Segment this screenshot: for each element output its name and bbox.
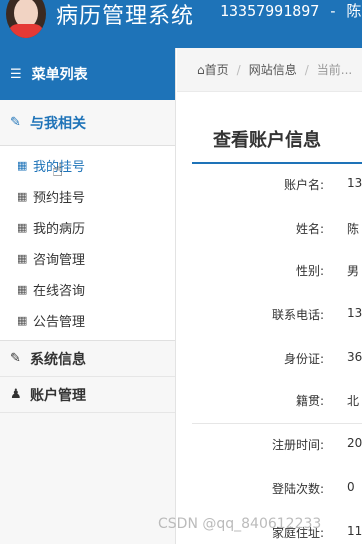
hand-cursor-icon: ☝ — [52, 160, 63, 181]
field-row-account: 账户名: 13 — [177, 176, 362, 196]
field-value: 13 — [347, 306, 362, 320]
section-divider — [192, 423, 362, 424]
breadcrumb: ⌂ 首页 / 网站信息 / 当前... — [177, 48, 362, 92]
field-label: 登陆次数: — [271, 482, 324, 496]
field-row-register-time: 注册时间: 20 — [177, 436, 362, 456]
field-value: 20 — [347, 436, 362, 450]
breadcrumb-home[interactable]: 首页 — [205, 61, 229, 78]
user-info[interactable]: 13357991897 - 陈 — [220, 0, 361, 21]
sidebar: ☰ 菜单列表 ✎ 与我相关 ▦ 我的挂号 ▦ 预约挂号 ▦ 我的病历 ▦ 咨询管… — [0, 48, 176, 544]
sidebar-item-my-registration[interactable]: ▦ 我的挂号 — [0, 150, 175, 181]
field-label: 籍贯: — [295, 394, 324, 408]
field-label: 账户名: — [283, 178, 324, 192]
csdn-watermark: CSDN @qq_840612233 — [158, 516, 322, 532]
field-value: 男 — [347, 264, 360, 278]
title-underline — [192, 162, 362, 164]
breadcrumb-separator: / — [304, 62, 309, 77]
breadcrumb-separator: / — [236, 62, 241, 77]
calendar-icon: ▦ — [17, 283, 28, 296]
main-content: ⌂ 首页 / 网站信息 / 当前... 查看账户信息 账户名: 13 姓名: 陈… — [177, 48, 362, 544]
app-title: 病历管理系统 — [56, 4, 195, 29]
sidebar-item-consult-manage[interactable]: ▦ 咨询管理 — [0, 243, 175, 274]
field-value: 11 — [347, 524, 362, 538]
field-label: 性别: — [295, 264, 324, 278]
sidebar-item-label: 在线咨询 — [33, 284, 86, 299]
field-row-gender: 性别: 男 — [177, 262, 362, 282]
edit-icon: ✎ — [10, 115, 21, 130]
sidebar-item-my-records[interactable]: ▦ 我的病历 — [0, 212, 175, 243]
field-row-login-count: 登陆次数: 0 — [177, 480, 362, 500]
sidebar-group-label: 系统信息 — [30, 351, 86, 368]
sidebar-item-label: 我的病历 — [33, 222, 86, 237]
field-label: 身份证: — [283, 352, 324, 366]
field-row-hometown: 籍贯: 北 — [177, 392, 362, 412]
sidebar-item-label: 咨询管理 — [33, 253, 86, 268]
field-value: 36 — [347, 350, 362, 364]
field-row-phone: 联系电话: 13 — [177, 306, 362, 326]
home-icon: ⌂ — [197, 62, 205, 77]
edit-icon: ✎ — [10, 351, 21, 366]
field-value: 陈 — [347, 222, 360, 236]
sidebar-group-system[interactable]: ✎ 系统信息 — [0, 341, 175, 377]
field-label: 姓名: — [295, 222, 324, 236]
calendar-icon: ▦ — [17, 221, 28, 234]
field-label: 注册时间: — [271, 438, 324, 452]
top-header: 病历管理系统 13357991897 - 陈 — [0, 0, 362, 48]
avatar[interactable] — [6, 0, 46, 38]
sidebar-item-appointment[interactable]: ▦ 预约挂号 — [0, 181, 175, 212]
calendar-icon: ▦ — [17, 190, 28, 203]
breadcrumb-site-info[interactable]: 网站信息 — [249, 61, 297, 78]
field-row-id-card: 身份证: 36 — [177, 350, 362, 370]
field-value: 北 — [347, 394, 360, 408]
calendar-icon: ▦ — [17, 159, 28, 172]
menu-list-header: ☰ 菜单列表 — [0, 48, 175, 100]
sidebar-item-label: 预约挂号 — [33, 191, 86, 206]
sidebar-group-related[interactable]: ✎ 与我相关 — [0, 100, 175, 146]
sidebar-group-label: 与我相关 — [30, 115, 86, 132]
calendar-icon: ▦ — [17, 314, 28, 327]
field-value: 13 — [347, 176, 362, 190]
avatar-shirt — [8, 24, 44, 38]
sidebar-item-label: 公告管理 — [33, 315, 86, 330]
sidebar-item-announcements[interactable]: ▦ 公告管理 — [0, 305, 175, 336]
user-icon: ♟ — [10, 387, 22, 402]
breadcrumb-current: 当前... — [316, 63, 353, 77]
list-icon: ☰ — [10, 66, 22, 82]
sidebar-group-label: 账户管理 — [30, 387, 86, 404]
field-value: 0 — [347, 480, 355, 494]
sidebar-item-online-consult[interactable]: ▦ 在线咨询 — [0, 274, 175, 305]
sidebar-group-account[interactable]: ♟ 账户管理 — [0, 377, 175, 413]
menu-list-title: 菜单列表 — [31, 67, 88, 83]
field-row-name: 姓名: 陈 — [177, 220, 362, 240]
panel-title: 查看账户信息 — [213, 130, 321, 151]
sidebar-submenu: ▦ 我的挂号 ▦ 预约挂号 ▦ 我的病历 ▦ 咨询管理 ▦ 在线咨询 ▦ 公告管… — [0, 146, 175, 341]
calendar-icon: ▦ — [17, 252, 28, 265]
field-label: 联系电话: — [271, 308, 324, 322]
